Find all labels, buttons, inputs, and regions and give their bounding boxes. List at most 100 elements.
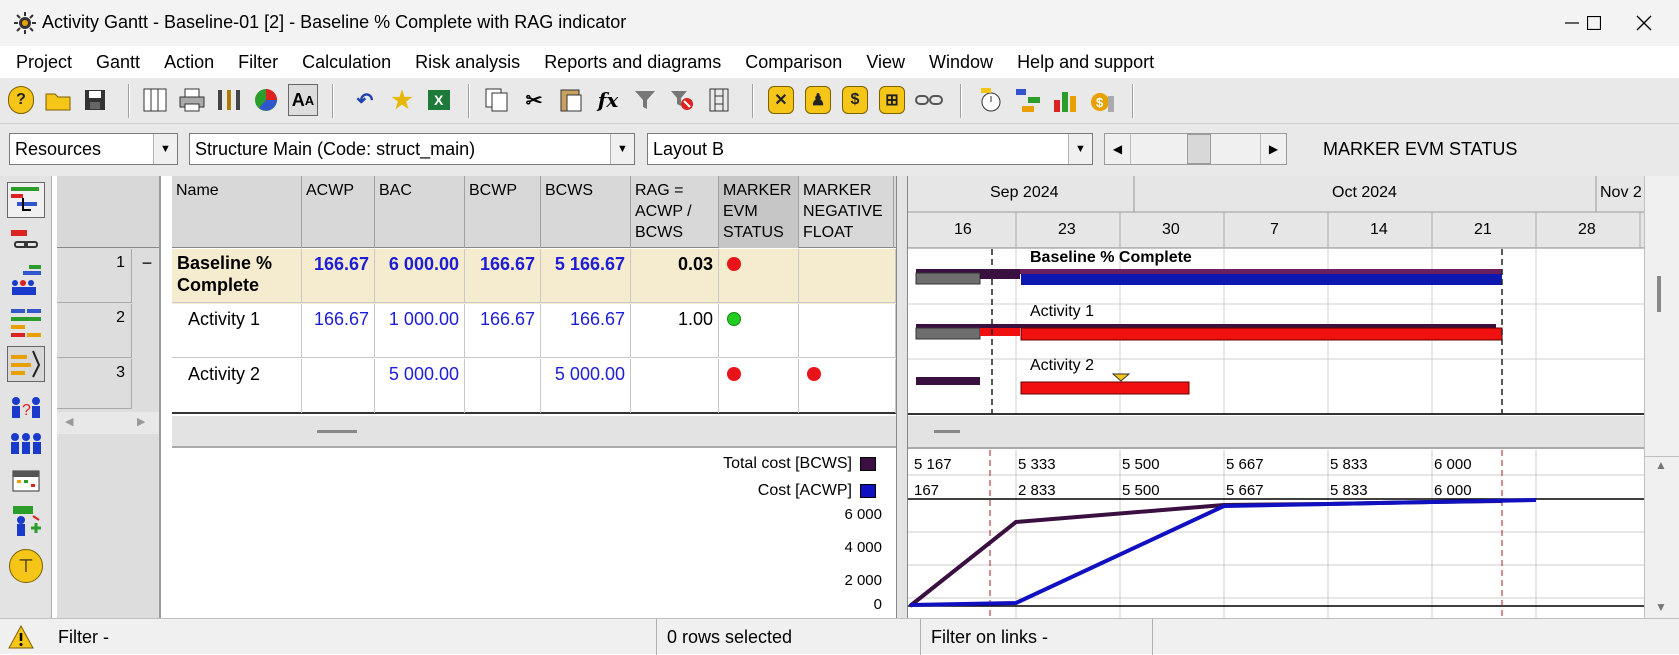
star-icon[interactable]: ★: [387, 84, 417, 116]
menu-gantt[interactable]: Gantt: [84, 46, 152, 78]
table-hscrollbar[interactable]: [172, 416, 896, 448]
vertical-scrollbar[interactable]: ▲ ▼: [1644, 176, 1679, 618]
help-icon[interactable]: ?: [6, 84, 36, 116]
column-header-rag[interactable]: RAG = ACWP / BCWS: [631, 176, 719, 248]
chevron-down-icon[interactable]: ▼: [610, 134, 634, 164]
maximize-button-icon-wrap[interactable]: [1541, 0, 1611, 46]
menu-risk-analysis[interactable]: Risk analysis: [403, 46, 532, 78]
film-icon[interactable]: [704, 84, 734, 116]
menu-filter[interactable]: Filter: [226, 46, 290, 78]
tools-icon[interactable]: [214, 84, 244, 116]
baseline-bar[interactable]: [980, 269, 1020, 279]
column-header-bcws[interactable]: BCWS: [541, 176, 631, 248]
activity-bar[interactable]: [1020, 381, 1190, 395]
collapse-toggle[interactable]: −: [135, 249, 159, 303]
baseline-bar[interactable]: [916, 377, 980, 385]
splitter[interactable]: [896, 176, 908, 618]
column-header-bcwp[interactable]: BCWP: [465, 176, 541, 248]
scroll-thumb[interactable]: [1657, 276, 1661, 312]
scroll-right-icon[interactable]: ▶: [137, 415, 145, 428]
link-view-icon[interactable]: [7, 224, 45, 260]
resource-person-icon[interactable]: ♟: [803, 84, 833, 116]
menu-action[interactable]: Action: [152, 46, 226, 78]
scroll-thumb[interactable]: [1187, 134, 1211, 164]
gantt-layout-icon[interactable]: [7, 304, 45, 340]
warning-icon[interactable]: [8, 624, 34, 649]
resource-cost-icon[interactable]: $: [840, 84, 870, 116]
timer-icon[interactable]: [976, 84, 1006, 116]
progress-bar[interactable]: [915, 272, 981, 285]
structure-dropdown[interactable]: Structure Main (Code: struct_main) ▼: [189, 133, 635, 165]
copy-icon[interactable]: [482, 84, 512, 116]
activity-bar[interactable]: [1020, 327, 1503, 341]
scroll-right-icon[interactable]: ▶: [1260, 134, 1286, 164]
cut-icon[interactable]: ✂: [519, 84, 549, 116]
activity-bar[interactable]: [980, 328, 1020, 336]
scroll-grip[interactable]: [934, 430, 960, 433]
scroll-grip[interactable]: [317, 430, 357, 433]
menu-comparison[interactable]: Comparison: [733, 46, 854, 78]
save-icon[interactable]: [80, 84, 110, 116]
baseline-bar[interactable]: [1020, 269, 1502, 274]
menu-view[interactable]: View: [854, 46, 917, 78]
menu-reports-and-diagrams[interactable]: Reports and diagrams: [532, 46, 733, 78]
undo-icon[interactable]: ↶: [350, 84, 380, 116]
row-number[interactable]: 2: [57, 304, 132, 358]
row-number[interactable]: 1: [57, 249, 132, 303]
resource-material-icon[interactable]: ⊤: [7, 548, 45, 584]
excel-icon[interactable]: X: [424, 84, 454, 116]
hierarchy-icon[interactable]: [1013, 84, 1043, 116]
paste-icon[interactable]: [556, 84, 586, 116]
column-header-marker-negative-float[interactable]: MARKER NEGATIVE FLOAT: [799, 176, 894, 248]
gantt-hscrollbar[interactable]: [908, 416, 1644, 448]
menu-help-and-support[interactable]: Help and support: [1005, 46, 1166, 78]
menu-calculation[interactable]: Calculation: [290, 46, 403, 78]
filter-icon[interactable]: [630, 84, 660, 116]
font-icon[interactable]: AA: [288, 84, 318, 116]
progress-bar[interactable]: [915, 327, 981, 340]
bar-chart-icon[interactable]: [1050, 84, 1080, 116]
resource-team-icon[interactable]: [7, 426, 45, 462]
table-row[interactable]: Baseline % Complete 166.67 6 000.00 166.…: [172, 249, 896, 304]
row-header-scrollbar[interactable]: ◀ ▶: [57, 412, 159, 434]
resource-exclude-icon[interactable]: ✕: [766, 84, 796, 116]
schedule-edit-icon[interactable]: [7, 346, 45, 382]
clear-filter-icon[interactable]: [667, 84, 697, 116]
table-row[interactable]: Activity 1 166.67 1 000.00 166.67 166.67…: [172, 304, 896, 359]
columns-icon[interactable]: [140, 84, 170, 116]
baseline-bar[interactable]: [916, 269, 988, 273]
summary-bar[interactable]: [1021, 274, 1502, 285]
open-folder-icon[interactable]: [43, 84, 73, 116]
row-number[interactable]: 3: [57, 359, 132, 409]
scroll-left-icon[interactable]: ◀: [1105, 134, 1131, 164]
print-icon[interactable]: [177, 84, 207, 116]
chevron-down-icon[interactable]: ▼: [1068, 134, 1092, 164]
window-title: Activity Gantt - Baseline-01 [2] - Basel…: [42, 12, 627, 32]
gantt-view-icon[interactable]: [7, 182, 45, 218]
layout-dropdown[interactable]: Layout B ▼: [647, 133, 1093, 165]
resource-material-icon[interactable]: ⊞: [877, 84, 907, 116]
column-header-bac[interactable]: BAC: [375, 176, 465, 248]
scroll-left-icon[interactable]: ◀: [65, 415, 73, 428]
resource-query-icon[interactable]: ?: [7, 390, 45, 426]
resources-dropdown[interactable]: Resources ▼: [9, 133, 178, 165]
column-header-name[interactable]: Name: [172, 176, 302, 248]
menu-window[interactable]: Window: [917, 46, 1005, 78]
pie-chart-icon[interactable]: [251, 84, 281, 116]
baseline-bar[interactable]: [916, 324, 1496, 328]
marker-scrollbar[interactable]: ◀ ▶: [1104, 133, 1287, 165]
resource-add-icon[interactable]: [7, 502, 45, 538]
link-icon[interactable]: [914, 84, 944, 116]
money-bag-icon[interactable]: $: [1087, 84, 1117, 116]
table-row[interactable]: Activity 2 5 000.00 5 000.00: [172, 359, 896, 414]
calendar-icon[interactable]: [7, 462, 45, 498]
scroll-up-icon[interactable]: ▲: [1655, 458, 1667, 472]
menu-project[interactable]: Project: [4, 46, 84, 78]
formula-icon[interactable]: fx: [593, 84, 623, 116]
resource-gantt-icon[interactable]: [7, 262, 45, 298]
chevron-down-icon[interactable]: ▼: [153, 134, 177, 164]
column-header-marker-evm-status[interactable]: MARKER EVM STATUS: [719, 176, 799, 248]
close-button[interactable]: [1609, 0, 1679, 46]
column-header-acwp[interactable]: ACWP: [302, 176, 375, 248]
scroll-down-icon[interactable]: ▼: [1655, 600, 1667, 614]
